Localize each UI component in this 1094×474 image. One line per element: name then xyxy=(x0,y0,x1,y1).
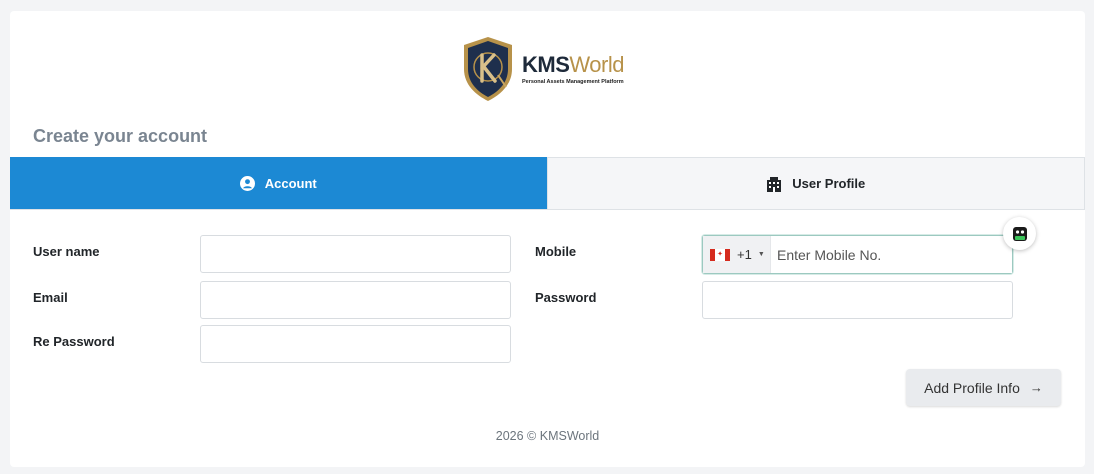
mobile-input[interactable] xyxy=(771,236,1012,273)
page-title: Create your account xyxy=(33,126,208,146)
email-input[interactable] xyxy=(200,281,511,319)
country-code-select[interactable]: ✦ +1 ▼ xyxy=(703,236,771,273)
arrow-right-icon: → xyxy=(1029,380,1043,395)
mobile-field: ✦ +1 ▼ xyxy=(702,235,1013,274)
tab-user-profile-label: User Profile xyxy=(792,176,866,191)
add-profile-info-label: Add Profile Info xyxy=(924,379,1020,396)
repassword-input[interactable] xyxy=(200,325,511,363)
tab-account-label: Account xyxy=(264,175,317,191)
add-profile-info-button[interactable]: Add Profile Info → xyxy=(906,369,1061,406)
brand-name: KMSWorld xyxy=(522,53,624,77)
wizard-tabs: Account User Profile xyxy=(10,157,1085,210)
tab-user-profile[interactable]: User Profile xyxy=(546,157,1085,209)
password-input[interactable] xyxy=(702,281,1013,319)
brand-name-part2: World xyxy=(569,52,624,77)
email-label: Email xyxy=(33,290,68,305)
robot-icon xyxy=(1012,226,1027,241)
tab-account[interactable]: Account xyxy=(10,157,547,209)
signup-card: KMSWorld Personal Assets Management Plat… xyxy=(10,11,1085,467)
country-code: +1 xyxy=(737,247,752,262)
footer-copyright: 2026 © KMSWorld xyxy=(495,429,600,443)
shield-logo-icon xyxy=(464,37,512,101)
user-circle-icon xyxy=(239,175,255,191)
caret-down-icon: ▼ xyxy=(757,251,765,258)
logo-text: KMSWorld Personal Assets Management Plat… xyxy=(522,53,624,86)
mobile-label: Mobile xyxy=(535,244,577,259)
brand-tagline: Personal Assets Management Platform xyxy=(522,79,624,85)
username-label: User name xyxy=(33,244,100,259)
brand-name-part1: KMS xyxy=(522,52,570,77)
repassword-label: Re Password xyxy=(33,334,115,349)
chat-bot-button[interactable] xyxy=(1003,217,1036,250)
password-label: Password xyxy=(535,290,597,305)
canada-flag-icon: ✦ xyxy=(710,248,730,261)
username-input[interactable] xyxy=(200,235,511,273)
building-icon xyxy=(766,176,782,192)
kmsworld-logo: KMSWorld Personal Assets Management Plat… xyxy=(460,27,640,111)
